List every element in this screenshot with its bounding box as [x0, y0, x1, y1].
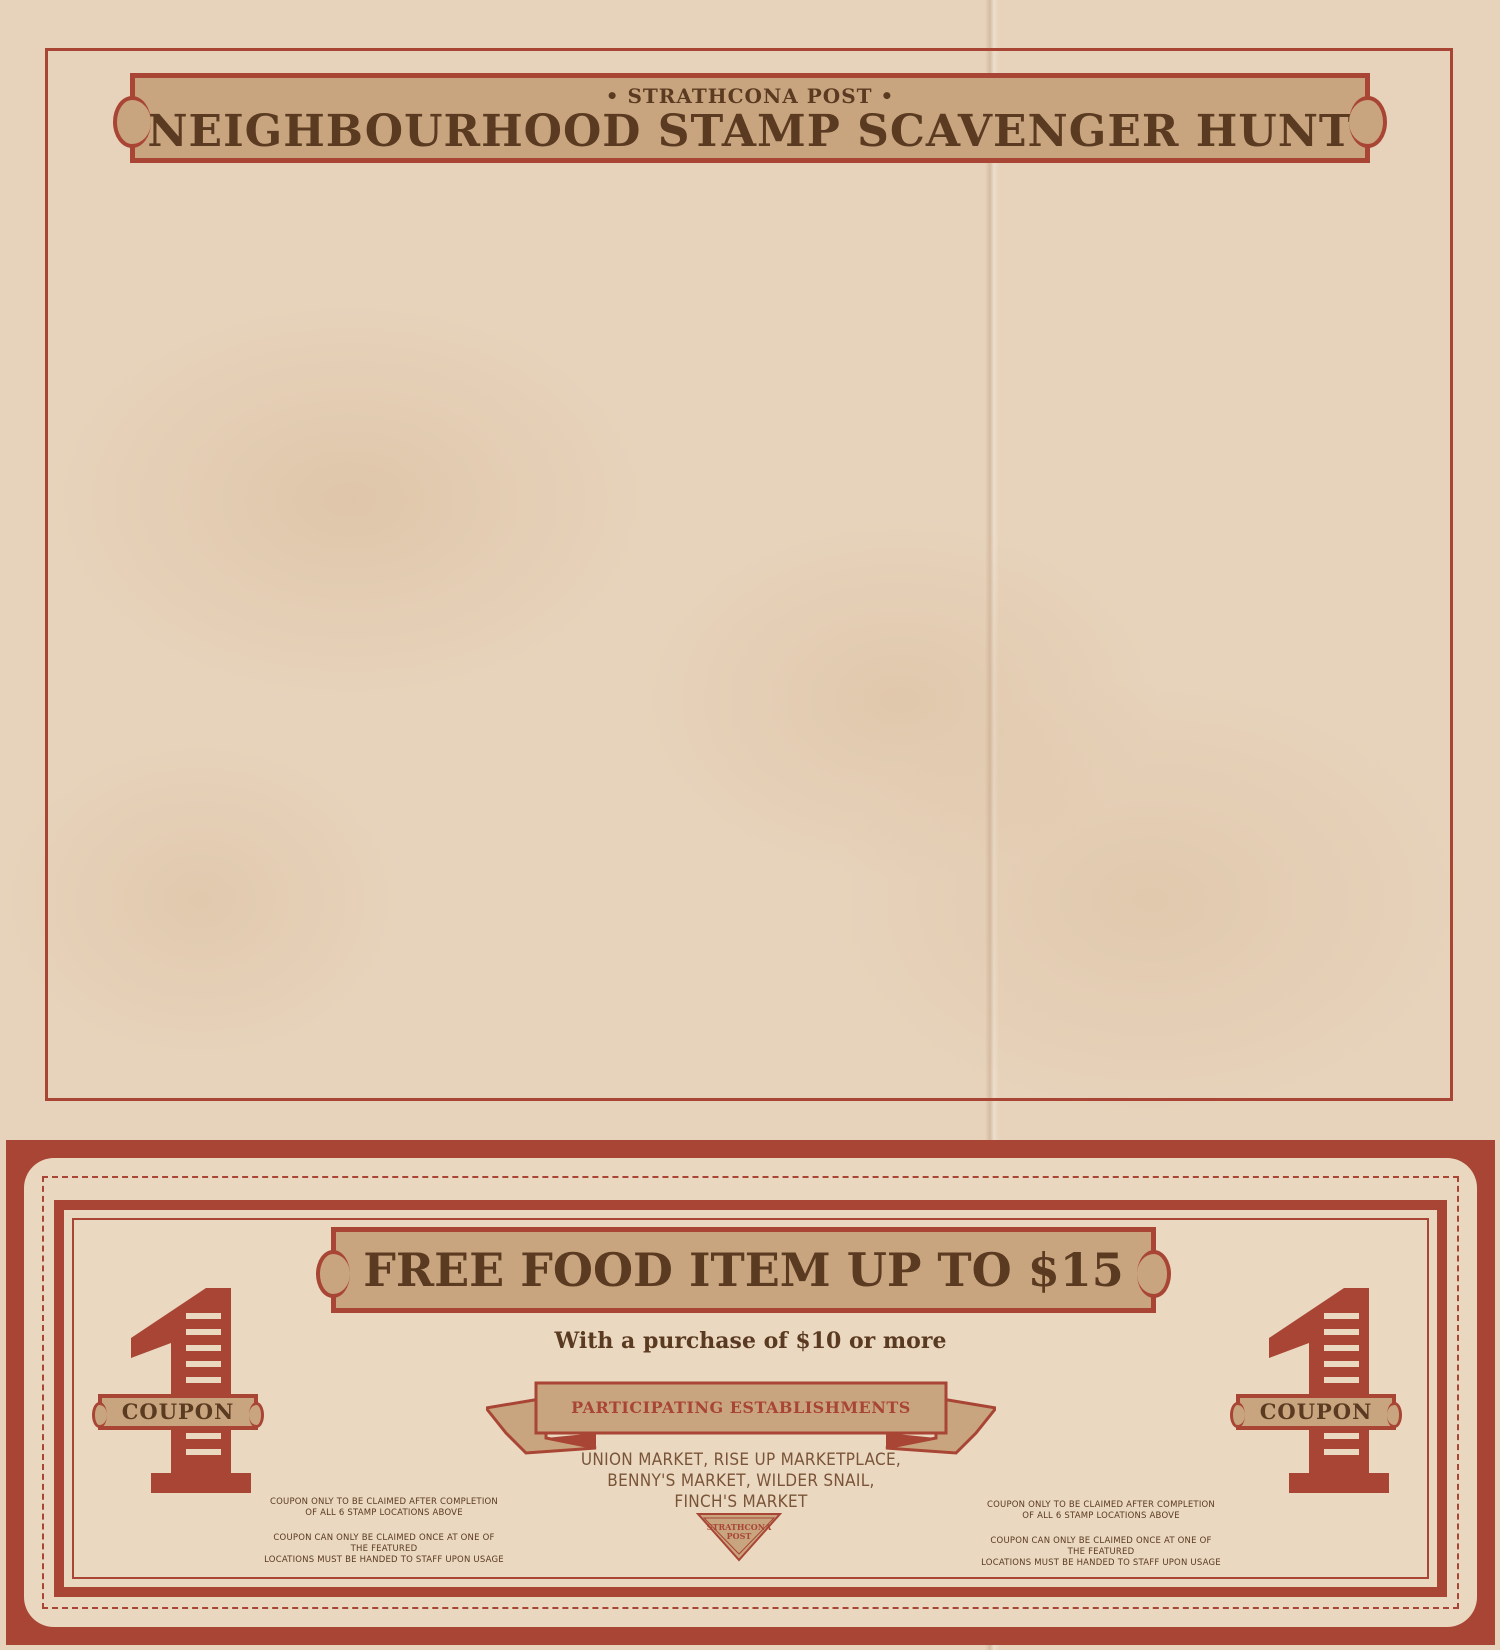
fine-print-line: COUPON CAN ONLY BE CLAIMED ONCE AT ONE O…	[273, 1533, 495, 1554]
stamp-area-frame	[45, 48, 1453, 1101]
strathcona-seal: STRATHCONA POST	[695, 1512, 783, 1562]
number-one-left-icon	[131, 1288, 251, 1493]
publication-kicker: • STRATHCONA POST •	[605, 84, 895, 108]
fine-print-left: COUPON ONLY TO BE CLAIMED AFTER COMPLETI…	[264, 1497, 504, 1566]
fine-print-line: OF ALL 6 STAMP LOCATIONS ABOVE	[1022, 1511, 1180, 1521]
coupon-tag-right: COUPON	[1230, 1394, 1402, 1430]
fine-print-line: COUPON ONLY TO BE CLAIMED AFTER COMPLETI…	[270, 1497, 498, 1507]
seal-icon: STRATHCONA POST	[695, 1513, 783, 1562]
establishment-line: BENNY'S MARKET, WILDER SNAIL,	[607, 1471, 875, 1491]
coupon-tag-left: COUPON	[92, 1394, 264, 1430]
offer-headline: FREE FOOD ITEM UP TO $15	[363, 1243, 1124, 1297]
establishment-line: FINCH'S MARKET	[674, 1492, 808, 1512]
fine-print-line: LOCATIONS MUST BE HANDED TO STAFF UPON U…	[981, 1558, 1221, 1568]
number-one-right-icon	[1269, 1288, 1389, 1493]
offer-banner: FREE FOOD ITEM UP TO $15	[316, 1227, 1171, 1313]
fine-print-right: COUPON ONLY TO BE CLAIMED AFTER COMPLETI…	[981, 1500, 1221, 1569]
fine-print-line: OF ALL 6 STAMP LOCATIONS ABOVE	[305, 1508, 463, 1518]
fine-print-line: COUPON ONLY TO BE CLAIMED AFTER COMPLETI…	[987, 1500, 1215, 1510]
svg-text:POST: POST	[727, 1531, 752, 1541]
establishment-line: UNION MARKET, RISE UP MARKETPLACE,	[580, 1450, 902, 1470]
page-title: NEIGHBOURHOOD STAMP SCAVENGER HUNT	[147, 106, 1353, 157]
participating-label: PARTICIPATING ESTABLISHMENTS	[571, 1398, 911, 1417]
establishment-list: UNION MARKET, RISE UP MARKETPLACE, BENNY…	[546, 1450, 936, 1513]
fine-print-line: COUPON CAN ONLY BE CLAIMED ONCE AT ONE O…	[990, 1536, 1212, 1557]
title-banner: • STRATHCONA POST • NEIGHBOURHOOD STAMP …	[113, 73, 1387, 163]
fine-print-line: LOCATIONS MUST BE HANDED TO STAFF UPON U…	[264, 1555, 504, 1565]
coupon[interactable]: FREE FOOD ITEM UP TO $15 With a purchase…	[6, 1140, 1495, 1645]
